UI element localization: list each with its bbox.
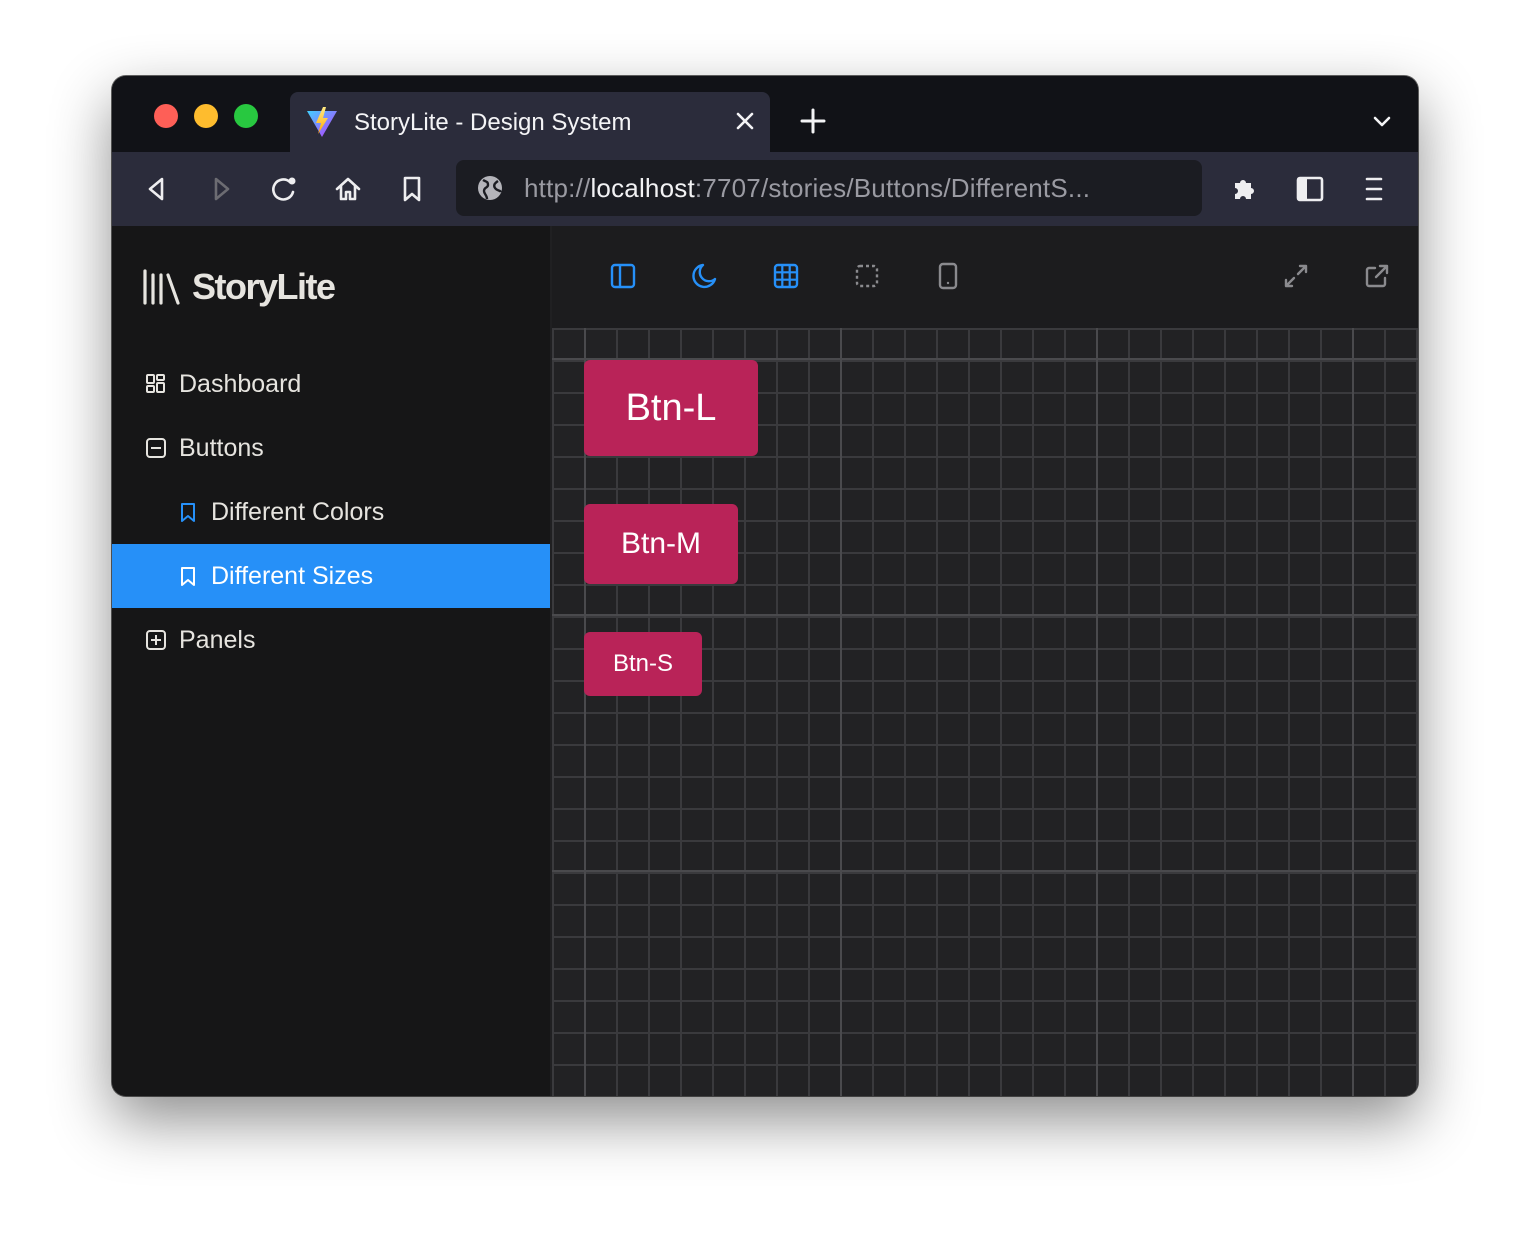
sidebar-item-label: Different Colors: [211, 497, 385, 526]
sidebar-item-dashboard[interactable]: Dashboard: [112, 352, 550, 416]
forward-button[interactable]: [202, 170, 240, 208]
navigation-bar: http://localhost:7707/stories/Buttons/Di…: [112, 152, 1418, 226]
sidebar-toggle-button[interactable]: [1291, 170, 1329, 208]
browser-tab-active[interactable]: StoryLite - Design System: [290, 92, 770, 152]
minimize-window-button[interactable]: [194, 104, 218, 128]
sidebar-item-label: Panels: [179, 625, 256, 654]
sidebar-item-different-sizes[interactable]: Different Sizes: [112, 544, 550, 608]
close-tab-icon[interactable]: [730, 106, 760, 136]
bookmark-icon: [177, 565, 199, 587]
large-button[interactable]: Btn-L: [584, 360, 758, 456]
url-text: http://localhost:7707/stories/Buttons/Di…: [524, 173, 1090, 204]
story-canvas-grid: Btn-L Btn-M Btn-S: [552, 328, 1418, 1096]
outline-icon[interactable]: [853, 262, 881, 290]
menu-button[interactable]: [1355, 170, 1393, 208]
sidebar-toggle-tool-icon[interactable]: [609, 262, 637, 290]
grid-icon[interactable]: [772, 262, 800, 290]
sidebar-item-label: Dashboard: [179, 369, 302, 398]
storylite-logo[interactable]: StoryLite: [142, 266, 336, 308]
sidebar-item-panels[interactable]: Panels: [112, 608, 550, 672]
reload-button[interactable]: [265, 170, 303, 208]
back-icon: [148, 177, 164, 201]
open-new-window-icon[interactable]: [1363, 262, 1391, 290]
forward-icon: [214, 177, 230, 201]
extensions-icon: [1235, 180, 1254, 199]
medium-button[interactable]: Btn-M: [584, 504, 738, 584]
new-tab-icon[interactable]: [798, 106, 828, 136]
small-button[interactable]: Btn-S: [584, 632, 702, 696]
bookmark-icon: [403, 176, 421, 202]
tab-title: StoryLite - Design System: [354, 109, 632, 136]
storylite-sidebar: StoryLite Dashboard Buttons Different Co…: [112, 226, 552, 1096]
reload-icon: [272, 177, 296, 201]
close-window-button[interactable]: [154, 104, 178, 128]
sidebar-item-buttons[interactable]: Buttons: [112, 416, 550, 480]
vite-logo-icon: [307, 107, 337, 137]
url-host: localhost: [590, 173, 695, 203]
back-button[interactable]: [138, 170, 176, 208]
mobile-viewport-icon[interactable]: [934, 262, 962, 290]
logo-text: StoryLite: [192, 266, 336, 307]
sidebar-item-label: Buttons: [179, 433, 264, 462]
bookmark-page-button[interactable]: [393, 170, 431, 208]
moon-icon[interactable]: [690, 262, 718, 290]
sidebar-toggle-icon: [1296, 176, 1324, 202]
chevron-down-icon[interactable]: [1370, 110, 1394, 134]
collapse-icon: [145, 437, 167, 459]
preview-toolbar: [552, 226, 1418, 328]
menu-icon: [1365, 177, 1383, 201]
library-logo-icon: [143, 269, 180, 305]
story-preview: Btn-L Btn-M Btn-S: [552, 226, 1418, 1096]
url-path: :7707/stories/Buttons/DifferentS...: [694, 173, 1091, 203]
globe-icon: [478, 176, 503, 200]
url-scheme: http://: [524, 173, 591, 203]
browser-window: StoryLite - Design System http://localho…: [112, 76, 1418, 1096]
sidebar-item-different-colors[interactable]: Different Colors: [112, 480, 550, 544]
extensions-button[interactable]: [1226, 170, 1264, 208]
expand-icon: [145, 629, 167, 651]
bookmark-icon: [177, 501, 199, 523]
tab-strip: StoryLite - Design System: [112, 76, 1418, 152]
home-button[interactable]: [329, 170, 367, 208]
address-bar[interactable]: http://localhost:7707/stories/Buttons/Di…: [456, 160, 1202, 216]
fullscreen-icon[interactable]: [1282, 262, 1310, 290]
maximize-window-button[interactable]: [234, 104, 258, 128]
sidebar-item-label: Different Sizes: [211, 561, 374, 590]
home-icon: [335, 177, 361, 201]
dashboard-icon: [145, 373, 167, 395]
